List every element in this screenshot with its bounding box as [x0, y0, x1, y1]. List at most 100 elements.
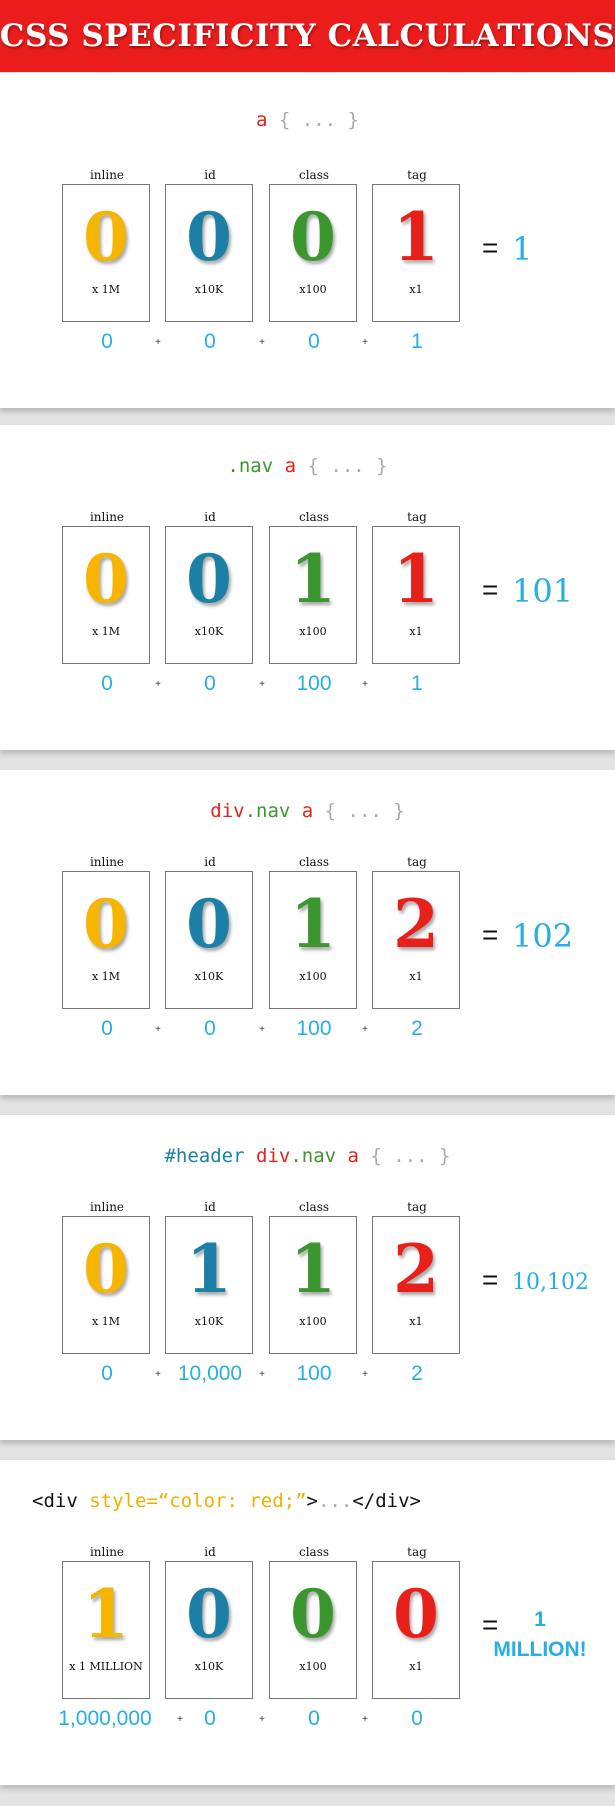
specificity-card-inline: 0 x 1M [62, 1216, 150, 1354]
selector-token: .nav [290, 1145, 337, 1167]
class-count: 1 [290, 540, 336, 618]
column-label-tag: tag [407, 1545, 427, 1559]
plus-sign: + [155, 679, 161, 690]
plus-sign: + [259, 1024, 265, 1035]
summand-class: 0 [308, 1707, 320, 1730]
id-multiplier: x10K [194, 625, 224, 638]
inline-multiplier: x 1 MILLION [69, 1660, 143, 1673]
class-count: 1 [290, 1230, 336, 1308]
total-line: 1 [534, 1608, 546, 1631]
inline-multiplier: x 1M [92, 970, 120, 983]
class-multiplier: x100 [299, 283, 327, 296]
column-label-tag: tag [407, 1200, 427, 1214]
column-label-id: id [204, 1200, 216, 1214]
selector-token: #header [164, 1145, 245, 1167]
selector-token: .nav [244, 800, 291, 822]
tag-multiplier: x1 [409, 625, 423, 638]
column-label-inline: inline [89, 168, 125, 182]
equals-sign: = [482, 919, 499, 950]
example-section: #header div.nav a { ... } inline 0 x 1M id 1 x… [0, 1115, 615, 1440]
example-section: <div style=“color: red;”>...</div> inline… [0, 1460, 615, 1785]
column-label-class: class [298, 168, 330, 182]
summand-id: 0 [204, 672, 216, 695]
selector-token: { ... } [313, 800, 405, 822]
column-label-class: class [298, 1545, 330, 1559]
tag-count: 2 [393, 1230, 439, 1308]
selector-token: .nav [227, 455, 274, 477]
summand-id: 0 [204, 1707, 216, 1730]
selector-token: { ... } [296, 455, 388, 477]
summand-class: 0 [308, 330, 320, 353]
column-label-inline: inline [89, 1545, 125, 1559]
summand-tag: 2 [411, 1017, 423, 1040]
specificity-total: 1 [512, 230, 533, 268]
selector-token: a [336, 1145, 359, 1167]
inline-count: 1 [83, 1575, 129, 1653]
specificity-card-class: 0 x100 [269, 184, 357, 322]
summand-class: 100 [296, 1362, 332, 1385]
specificity-card-class: 0 x100 [269, 1561, 357, 1699]
column-label-class: class [298, 855, 330, 869]
plus-sign: + [259, 337, 265, 348]
selector-token: </div> [352, 1490, 421, 1512]
column-label-class: class [298, 1200, 330, 1214]
selector-token: a [273, 455, 297, 477]
column-label-inline: inline [89, 855, 125, 869]
summand-inline: 0 [101, 330, 113, 353]
selector-token: a [256, 109, 268, 131]
css-selector: .nav a { ... } [0, 455, 615, 477]
summand-tag: 1 [411, 330, 423, 353]
css-selector: <div style=“color: red;”>...</div> [32, 1490, 421, 1512]
specificity-card-id: 0 x10K [165, 1561, 253, 1699]
specificity-card-id: 1 x10K [165, 1216, 253, 1354]
inline-multiplier: x 1M [92, 625, 120, 638]
specificity-total: 102 [512, 917, 574, 955]
specificity-card-inline: 0 x 1M [62, 184, 150, 322]
selector-token: <div [32, 1490, 90, 1512]
tag-multiplier: x1 [409, 283, 423, 296]
selector-token: { ... } [267, 109, 359, 131]
plus-sign: + [177, 1714, 183, 1725]
id-count: 0 [186, 540, 232, 618]
tag-multiplier: x1 [409, 970, 423, 983]
class-count: 0 [290, 198, 336, 276]
selector-token: { ... } [358, 1145, 451, 1167]
id-count: 1 [186, 1230, 232, 1308]
column-label-id: id [204, 855, 216, 869]
selector-token: > [306, 1490, 318, 1512]
summand-inline: 0 [101, 672, 113, 695]
specificity-total: 10,102 [512, 1270, 589, 1295]
summand-tag: 1 [411, 672, 423, 695]
plus-sign: + [259, 1369, 265, 1380]
tag-count: 1 [393, 198, 439, 276]
specificity-total: 1 MILLION! [475, 1605, 605, 1665]
id-multiplier: x10K [194, 970, 224, 983]
tag-count: 0 [393, 1575, 439, 1653]
page-title: CSS SPECIFICITY CALCULATIONS [0, 18, 615, 54]
inline-count: 0 [83, 1230, 129, 1308]
id-multiplier: x10K [194, 1315, 224, 1328]
selector-token: div [210, 800, 245, 822]
specificity-card-class: 1 x100 [269, 871, 357, 1009]
inline-multiplier: x 1M [92, 1315, 120, 1328]
specificity-card-class: 1 x100 [269, 526, 357, 664]
example-section: .nav a { ... } inline 0 x 1M id 0 x10K class 1 x1… [0, 425, 615, 750]
column-label-id: id [204, 1545, 216, 1559]
inline-count: 0 [83, 885, 129, 963]
summand-inline: 0 [101, 1017, 113, 1040]
selector-token: a [290, 800, 314, 822]
plus-sign: + [362, 337, 368, 348]
class-count: 0 [290, 1575, 336, 1653]
selector-token: ... [318, 1490, 353, 1512]
plus-sign: + [155, 1024, 161, 1035]
equals-sign: = [482, 1264, 499, 1295]
class-multiplier: x100 [299, 970, 327, 983]
plus-sign: + [362, 1369, 368, 1380]
css-selector: #header div.nav a { ... } [0, 1145, 615, 1167]
specificity-card-inline: 1 x 1 MILLION [62, 1561, 150, 1699]
specificity-total: 101 [512, 572, 574, 610]
column-label-tag: tag [407, 855, 427, 869]
plus-sign: + [259, 1714, 265, 1725]
tag-count: 2 [393, 885, 439, 963]
column-label-class: class [298, 510, 330, 524]
